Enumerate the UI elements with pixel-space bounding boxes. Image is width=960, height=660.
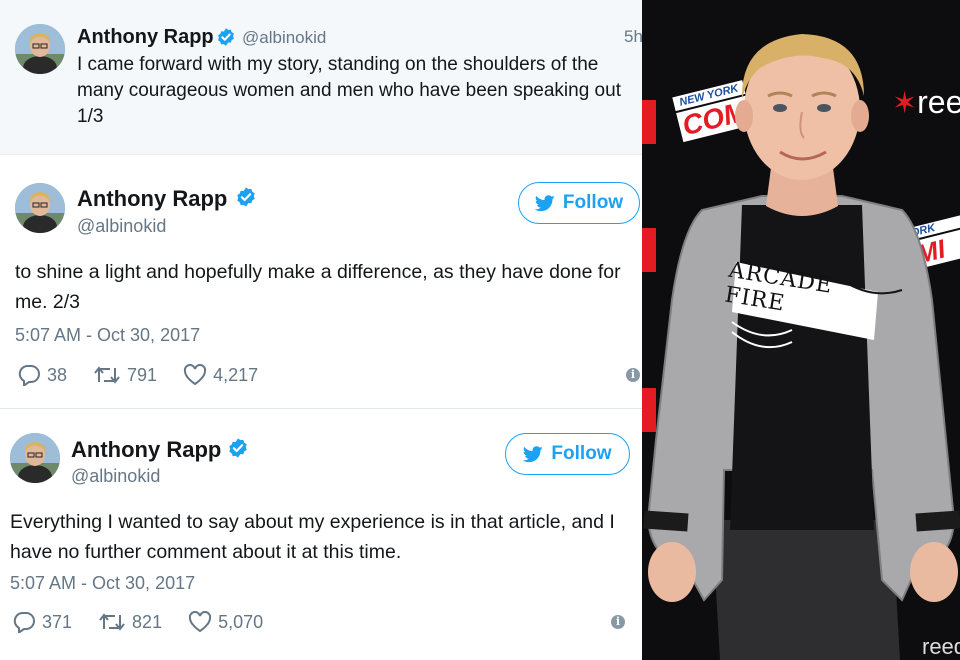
like-count: 4,217 xyxy=(213,364,259,385)
verified-badge-icon xyxy=(235,186,257,213)
retweet-action[interactable]: 821 xyxy=(98,612,162,633)
retweet-icon xyxy=(99,613,125,631)
tweet-date[interactable]: 5:07 AM - Oct 30, 2017 xyxy=(15,325,200,346)
tweet-3-embed: Anthony Rapp @albinokid Follow Everythin… xyxy=(0,410,642,660)
retweet-action[interactable]: 791 xyxy=(93,365,157,386)
like-action[interactable]: 5,070 xyxy=(188,611,263,633)
avatar[interactable] xyxy=(15,24,65,74)
avatar[interactable] xyxy=(15,183,65,233)
info-icon[interactable]: i xyxy=(626,368,640,382)
like-heart-icon xyxy=(184,364,207,386)
verified-badge-icon xyxy=(216,27,236,52)
retweet-count: 821 xyxy=(132,611,163,632)
like-action[interactable]: 4,217 xyxy=(183,364,258,386)
retweet-count: 791 xyxy=(127,364,158,385)
reply-count: 371 xyxy=(42,611,73,632)
follow-label: Follow xyxy=(551,443,612,464)
info-icon[interactable]: i xyxy=(611,615,625,629)
tweet-timestamp[interactable]: 5h xyxy=(624,27,642,47)
tweet-text: I came forward with my story, standing o… xyxy=(77,54,621,127)
like-heart-icon xyxy=(189,611,212,633)
verified-badge-icon xyxy=(227,437,249,464)
reply-action[interactable]: 371 xyxy=(12,611,72,633)
author-handle[interactable]: @albinokid xyxy=(71,466,160,487)
author-handle[interactable]: @albinokid xyxy=(242,28,326,48)
follow-label: Follow xyxy=(562,192,624,213)
like-count: 5,070 xyxy=(218,611,264,632)
tweet-actions: 371 821 5,070 xyxy=(12,611,289,633)
retweet-icon xyxy=(94,366,120,384)
follow-button[interactable]: Follow xyxy=(518,182,640,224)
follow-button[interactable]: Follow xyxy=(505,433,630,475)
tweet-actions: 38 791 4,217 xyxy=(17,364,284,386)
tweet-text: Everything I wanted to say about my expe… xyxy=(10,511,615,563)
tweet-date[interactable]: 5:07 AM - Oct 30, 2017 xyxy=(10,573,195,594)
tweets-panel: Anthony Rapp @albinokid 5h I came forwar… xyxy=(0,0,642,660)
author-handle[interactable]: @albinokid xyxy=(77,216,166,237)
author-name[interactable]: Anthony Rapp xyxy=(71,437,221,463)
author-name[interactable]: Anthony Rapp xyxy=(77,186,227,212)
reply-action[interactable]: 38 xyxy=(17,364,67,386)
reply-icon xyxy=(18,365,40,386)
tweet-2-embed: Anthony Rapp @albinokid Follow to shine … xyxy=(0,155,642,409)
reply-count: 38 xyxy=(47,364,68,385)
avatar[interactable] xyxy=(10,433,60,483)
tweet-1-compact[interactable]: Anthony Rapp @albinokid 5h I came forwar… xyxy=(0,0,642,155)
person-photo xyxy=(643,34,960,660)
event-photo: NEW YORK COM ✶reed ORK MI reed xyxy=(642,0,960,660)
reply-icon xyxy=(13,612,35,633)
author-name[interactable]: Anthony Rapp xyxy=(77,26,214,49)
tweet-text: to shine a light and hopefully make a di… xyxy=(15,261,621,313)
twitter-bird-icon xyxy=(523,445,544,462)
twitter-bird-icon xyxy=(534,194,555,211)
